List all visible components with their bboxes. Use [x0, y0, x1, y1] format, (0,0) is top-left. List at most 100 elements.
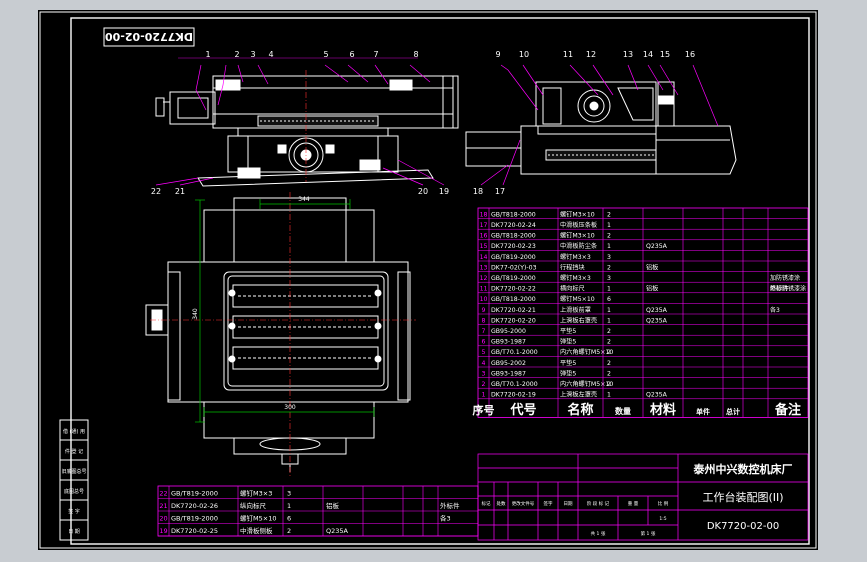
table-cell: 2	[607, 328, 611, 335]
side-registration-box: 借 (通) 用 件 登 记 旧底图总号 底图总号 签 字 日 期	[59, 419, 89, 541]
table-cell: GB/T819-2000	[171, 490, 218, 498]
sheet-number: 第 1 张	[641, 530, 656, 537]
callout: 1	[205, 50, 210, 59]
callout: 15	[660, 50, 670, 59]
table-cell: 螺钉M5×10	[560, 295, 595, 303]
callout: 17	[495, 187, 505, 196]
callout: 3	[250, 50, 255, 59]
table-cell: 3	[607, 275, 611, 282]
callout: 20	[418, 187, 428, 196]
table-cell: 2	[287, 527, 291, 535]
callout: 2	[234, 50, 239, 59]
side-label: 借 (通) 用	[63, 428, 85, 435]
table-cell: 外标件	[440, 501, 460, 510]
table-header: 名称	[567, 402, 593, 418]
table-cell: 2	[607, 381, 611, 388]
table-cell: 2	[607, 264, 611, 271]
table-cell: GB93-1987	[491, 339, 526, 346]
table-cell: 1	[607, 392, 611, 399]
approval-label: 标记	[482, 500, 491, 507]
table-cell: GB/T70.1-2000	[491, 349, 538, 356]
drawing-number: DK7720-02-00	[707, 521, 779, 532]
table-cell: GB/T70.1-2000	[491, 381, 538, 388]
table-cell: GB/T819-2000	[171, 515, 218, 523]
sheet-total: 共 1 张	[591, 530, 606, 537]
table-cell: 20	[159, 515, 167, 523]
table-cell: 16	[480, 233, 488, 240]
table-cell: 19	[159, 527, 167, 535]
table-cell: 4	[482, 360, 486, 367]
table-cell: 1	[607, 286, 611, 293]
callout: 10	[519, 50, 529, 59]
plan-view	[145, 197, 411, 472]
callout: 21	[175, 187, 185, 196]
table-cell: 6	[482, 339, 486, 346]
dimension-side: 340	[192, 308, 199, 320]
table-cell: 12	[480, 275, 488, 282]
callout: 18	[473, 187, 483, 196]
table-cell: GB/T818-2000	[491, 211, 536, 218]
table-cell: Q235A	[646, 317, 668, 324]
table-cell: DK7720-02-25	[171, 527, 218, 535]
table-cell: 2	[607, 233, 611, 240]
table-cell: DK77-02(Y)-03	[491, 264, 537, 271]
drawing-title: 工作台装配图(II)	[702, 490, 783, 504]
table-cell: GB95-2000	[491, 328, 526, 335]
table-cell: 螺钉M3×10	[560, 232, 595, 240]
table-cell: 2	[607, 360, 611, 367]
table-cell: Q235A	[326, 527, 349, 535]
table-header: 备注	[774, 402, 801, 418]
table-cell: 7	[482, 328, 486, 335]
table-cell: 8	[482, 317, 486, 324]
table-cell: 5	[482, 349, 486, 356]
table-cell: 1	[607, 222, 611, 229]
company-name: 泰州中兴数控机床厂	[693, 462, 793, 476]
table-cell: 纵向标尺	[240, 501, 267, 510]
table-header: 材料	[650, 402, 676, 418]
table-cell: 上滑板左罩壳	[560, 391, 597, 399]
callout: 9	[495, 50, 500, 59]
side-view-right	[465, 81, 737, 175]
table-cell: DK7720-02-24	[491, 222, 536, 229]
table-header: 数量	[615, 406, 631, 416]
table-cell: 3	[607, 254, 611, 261]
table-cell: 2	[607, 349, 611, 356]
table-cell: 铝板	[646, 263, 658, 271]
leader-lines	[155, 57, 719, 186]
table-cell: 6	[287, 515, 291, 523]
table-header: 单件	[696, 407, 710, 416]
assembly-drawing: DK7720-02-00 借 (通) 用 件 登 记 旧底图总号 底图总号 签 …	[39, 11, 817, 549]
side-label: 底图总号	[64, 488, 84, 495]
table-cell: 18	[480, 211, 488, 218]
table-cell: 2	[482, 381, 486, 388]
table-cell: DK7720-02-19	[491, 392, 536, 399]
table-cell: GB/T819-2000	[491, 254, 536, 261]
table-cell: 上滑板右罩壳	[560, 316, 597, 324]
table-cell: 内六角螺钉M5×10	[560, 380, 613, 388]
approval-label: 签字	[544, 500, 553, 507]
side-label: 签 字	[68, 508, 80, 515]
table-cell: DK7720-02-22	[491, 286, 536, 293]
dimension-top: 344	[298, 196, 310, 203]
table-cell: GB95-2002	[491, 360, 526, 367]
approval-label: 日期	[564, 501, 573, 507]
table-cell: 内六角螺钉M5×10	[560, 348, 613, 356]
table-cell: 21	[159, 502, 167, 510]
table-cell: Q235A	[646, 243, 668, 250]
table-cell: 行程挡块	[560, 263, 585, 271]
title-block-labels: 标记 处数 更改文件号 签字 日期 阶 段 标 记 重 量 比 例 1:5 共 …	[482, 500, 669, 537]
table-cell: 1	[607, 243, 611, 250]
table-header: 总计	[726, 407, 740, 416]
table-cell: 螺钉M3×10	[560, 210, 595, 218]
weight-label: 比 例	[658, 500, 669, 507]
side-label: 旧底图总号	[61, 468, 86, 475]
table-cell: 中滑板侧板	[240, 526, 273, 535]
table-cell: 横向标尺	[560, 285, 585, 293]
table-cell: GB/T818-2000	[491, 296, 536, 303]
table-cell: 螺钉M3×3	[240, 489, 272, 498]
rotated-number-box: DK7720-02-00	[103, 27, 195, 47]
side-label: 件 登 记	[65, 448, 83, 455]
remark-note: 喷砂防锈漆涂	[770, 285, 806, 293]
table-cell: 11	[480, 286, 488, 293]
table-cell: 9	[482, 307, 486, 314]
